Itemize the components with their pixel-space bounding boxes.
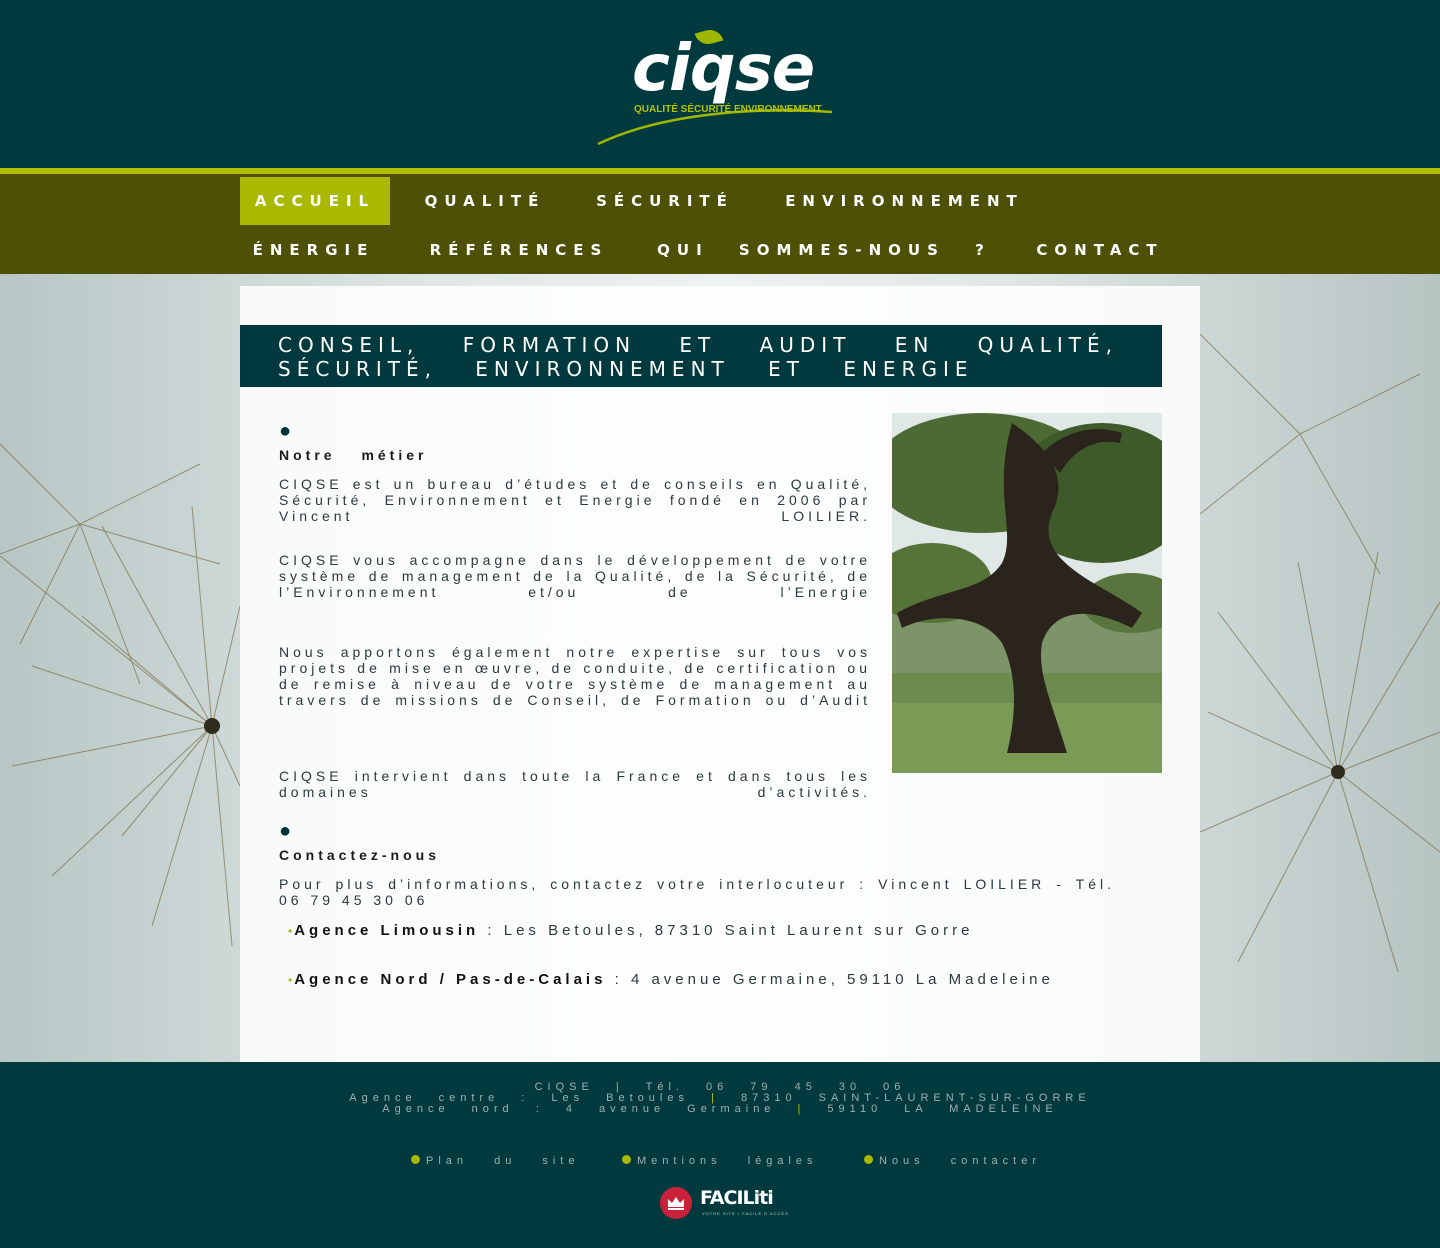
faciliti-name: FACILiti [700, 1187, 774, 1209]
footer-line-3: Agence nord : 4 avenue Germaine | 59110 … [0, 1104, 1440, 1115]
footer-agency-nord: Agence nord : 4 avenue Germaine [382, 1103, 776, 1115]
footer-agency-nord-city: 59110 LA MADELEINE [827, 1103, 1058, 1115]
faciliti-crown-icon [660, 1187, 692, 1219]
agency-address: : 4 avenue Germaine, 59110 La Madeleine [606, 971, 1054, 988]
arrow-circle-icon [411, 1155, 420, 1164]
intro-paragraph: CIQSE est un bureau d’études et de conse… [279, 476, 871, 524]
coverage-paragraph: CIQSE intervient dans toute la France et… [279, 768, 871, 800]
arrow-circle-icon [622, 1155, 631, 1164]
tree-photo [892, 413, 1162, 773]
footer-link-mentions-legales[interactable]: Mentions légales [622, 1155, 818, 1167]
main-navigation: ACCUEIL QUALITÉ SÉCURITÉ ENVIRONNEMENT É… [0, 174, 1440, 274]
section-bullet: ● [279, 820, 292, 842]
page-title: Conseil, formation et audit en Qualité, … [278, 333, 1118, 381]
accompaniment-paragraph: CIQSE vous accompagne dans le développem… [279, 552, 871, 600]
page-title-band: Conseil, formation et audit en Qualité, … [240, 325, 1162, 387]
section-heading-notre-metier: Notre métier [279, 447, 428, 463]
agency-address: : Les Betoules, 87310 Saint Laurent sur … [479, 922, 974, 939]
seed-head-right [1331, 765, 1345, 779]
footer-link-label: Mentions légales [637, 1155, 818, 1167]
nav-item-qualite[interactable]: QUALITÉ [420, 177, 550, 225]
crown-icon [668, 1197, 684, 1210]
nav-item-energie[interactable]: ÉNERGIE [246, 226, 381, 274]
expertise-paragraph: Nous apportons également notre expertise… [279, 644, 871, 708]
nav-item-environnement[interactable]: ENVIRONNEMENT [782, 177, 1027, 225]
logo-wordmark: ciqse [632, 32, 815, 106]
faciliti-tagline: VOTRE SITE • FACILE D'ACCÈS [702, 1211, 789, 1216]
seed-head-left [204, 718, 220, 734]
footer-separator: | [797, 1103, 806, 1115]
arrow-circle-icon [864, 1155, 873, 1164]
nav-item-accueil[interactable]: ACCUEIL [240, 177, 390, 225]
footer-link-label: Plan du site [426, 1155, 580, 1167]
footer-link-label: Nous contacter [879, 1155, 1041, 1167]
nav-item-references[interactable]: RÉFÉRENCES [424, 226, 614, 274]
agency-name: Agence Limousin [294, 922, 480, 939]
agency-limousin: •Agence Limousin : Les Betoules, 87310 S… [288, 922, 1158, 940]
section-bullet: ● [279, 420, 292, 442]
site-header: ciqse QUALITÉ SÉCURITÉ ENVIRONNEMENT [0, 0, 1440, 168]
footer-link-plan-du-site[interactable]: Plan du site [411, 1155, 579, 1167]
nav-item-qui-sommes-nous[interactable]: QUI SOMMES-NOUS ? [654, 226, 994, 274]
ciqse-logo[interactable]: ciqse QUALITÉ SÉCURITÉ ENVIRONNEMENT [596, 26, 846, 148]
section-heading-contactez-nous: Contactez-nous [279, 847, 440, 863]
tree-photo-art [892, 413, 1162, 773]
contact-intro: Pour plus d’informations, contactez votr… [279, 876, 1115, 908]
agency-nord: •Agence Nord / Pas-de-Calais : 4 avenue … [288, 971, 1158, 989]
nav-item-contact[interactable]: CONTACT [1030, 226, 1170, 274]
nav-item-securite[interactable]: SÉCURITÉ [590, 177, 740, 225]
faciliti-button[interactable]: FACILiti VOTRE SITE • FACILE D'ACCÈS [660, 1185, 788, 1221]
agency-name: Agence Nord / Pas-de-Calais [294, 971, 607, 988]
logo-tagline: QUALITÉ SÉCURITÉ ENVIRONNEMENT [634, 104, 822, 115]
footer-link-nous-contacter[interactable]: Nous contacter [864, 1155, 1041, 1167]
